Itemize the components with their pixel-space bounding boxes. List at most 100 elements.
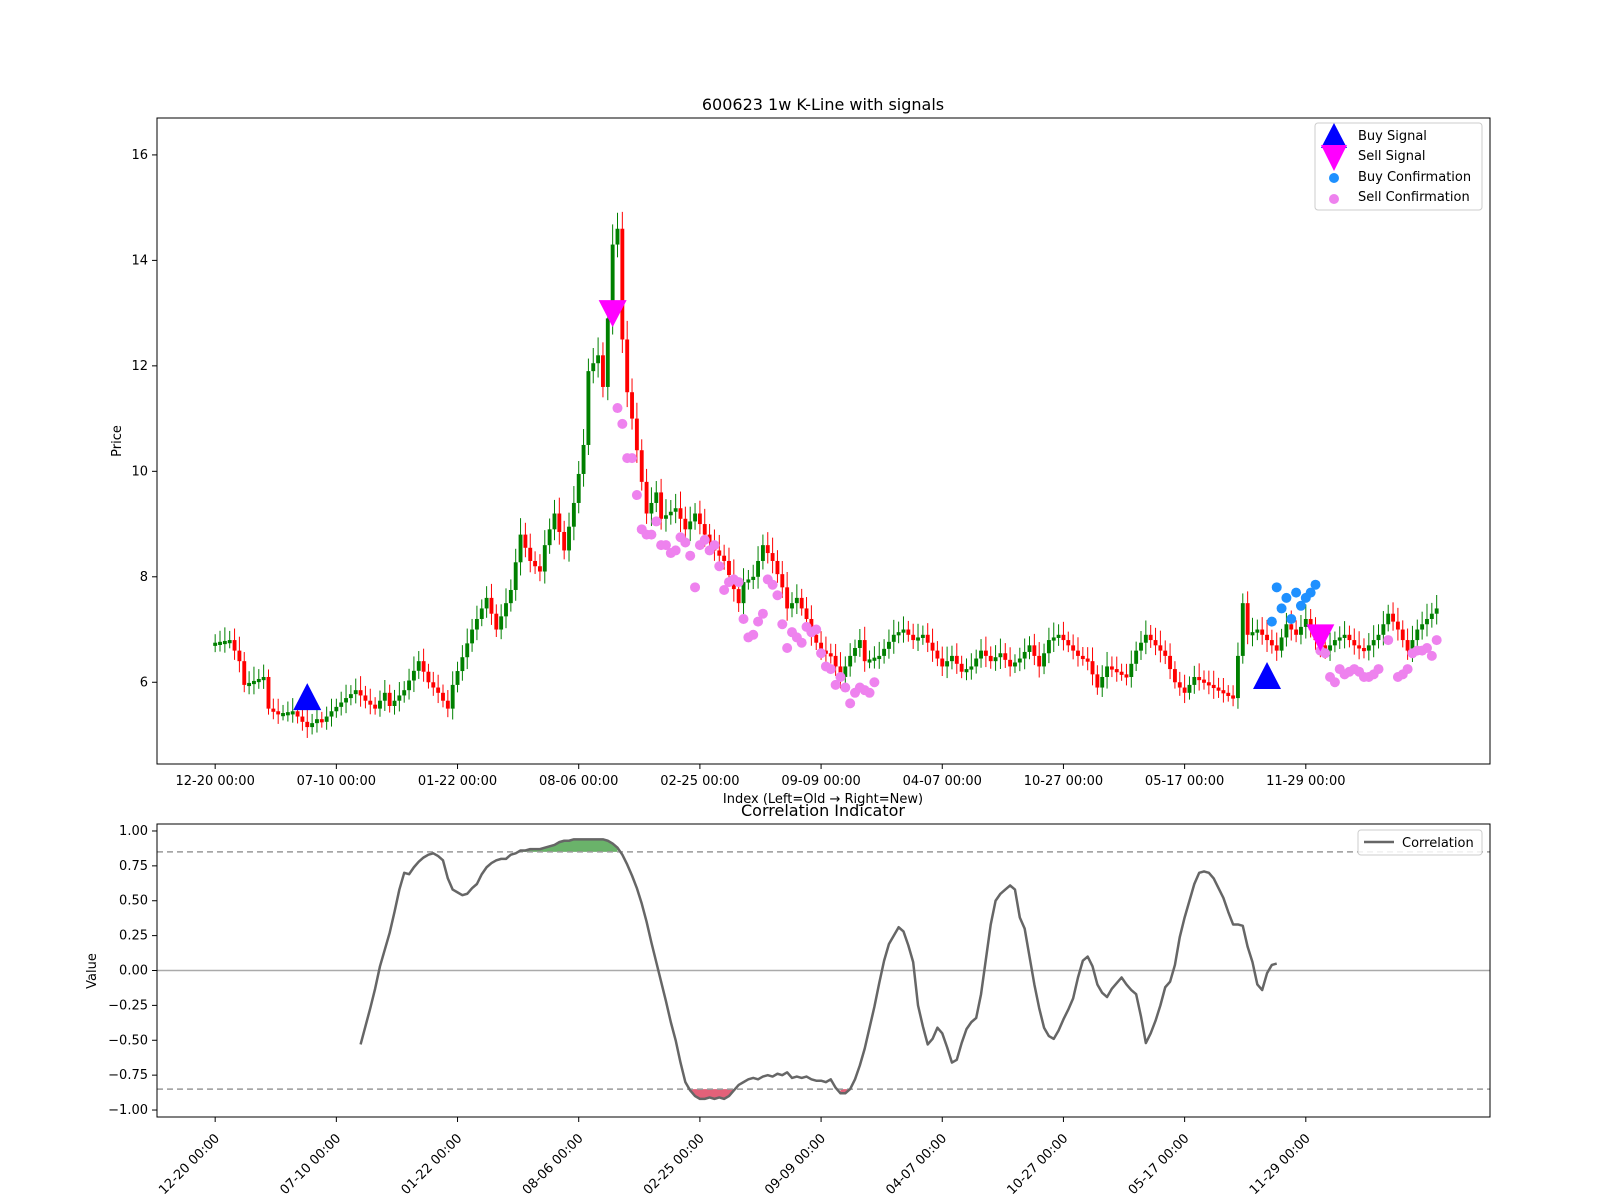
candle-body — [668, 511, 673, 516]
candle-body — [402, 690, 407, 696]
candle-body — [242, 661, 247, 685]
candle-body — [867, 659, 872, 663]
sell-confirmation-point — [869, 677, 880, 688]
candle-body — [770, 553, 775, 561]
candle-body — [1255, 629, 1260, 633]
candle-body — [455, 671, 460, 685]
candle-body — [664, 515, 668, 519]
candle-body — [906, 629, 911, 635]
candle-body — [1008, 659, 1013, 667]
legend-sell-confirmation-label: Sell Confirmation — [1358, 190, 1470, 205]
candle-body — [954, 655, 959, 664]
candle-body — [896, 632, 901, 636]
candle-body — [392, 700, 397, 706]
kline-xtick-label: 04-07 00:00 — [903, 774, 982, 789]
candle-body — [1294, 629, 1299, 635]
sell-confirmation-point — [1329, 677, 1340, 688]
candle-body — [499, 616, 504, 630]
candle-body — [634, 418, 639, 451]
candle-body — [746, 579, 751, 583]
candle-body — [1221, 690, 1226, 694]
candle-body — [421, 661, 426, 672]
candle-body — [877, 655, 882, 660]
correlation-ytick-label: 0.25 — [119, 929, 148, 944]
sell-confirmation-point — [680, 537, 691, 548]
correlation-ytick-label: 1.00 — [119, 824, 148, 839]
candle-body — [353, 690, 358, 695]
candle-body — [998, 653, 1003, 658]
correlation-xtick-label: 05-17 00:00 — [1126, 1131, 1193, 1198]
candle-body — [523, 534, 528, 548]
candle-body — [324, 716, 329, 722]
candle-body — [1425, 618, 1429, 625]
candle-body — [1042, 653, 1046, 667]
candle-body — [930, 642, 935, 651]
candle-body — [537, 566, 542, 572]
sell-confirmation-point — [646, 529, 657, 540]
candle-body — [1163, 650, 1168, 656]
correlation-xtick-label: 02-25 00:00 — [641, 1131, 708, 1198]
sell-confirmation-point — [811, 624, 822, 635]
candle-body — [659, 492, 664, 519]
correlation-series-line — [359, 838, 1278, 1101]
candle-body — [247, 682, 252, 687]
sell-confirmation-point — [777, 619, 788, 630]
candle-body — [1260, 629, 1265, 635]
candle-body — [1250, 632, 1255, 636]
kline-ytick-label: 14 — [131, 253, 148, 268]
candle-body — [450, 684, 455, 709]
candle-body — [1386, 613, 1391, 625]
candle-body — [513, 562, 518, 590]
candle-body — [673, 508, 678, 512]
kline-ytick-label: 10 — [131, 464, 148, 479]
candle-body — [1347, 634, 1352, 641]
candle-body — [1051, 637, 1056, 641]
candle-body — [518, 534, 523, 563]
candle-body — [1236, 655, 1240, 699]
candle-body — [857, 640, 862, 648]
candle-body — [431, 682, 436, 688]
correlation-ytick-label: −0.75 — [108, 1068, 148, 1083]
candle-body — [1420, 624, 1425, 630]
correlation-legend: Correlation — [1357, 829, 1483, 856]
candle-body — [528, 547, 533, 561]
candle-body — [630, 392, 634, 419]
candle-body — [1124, 674, 1129, 678]
kline-title: 600623 1w K-Line with signals — [702, 95, 944, 114]
candle-body — [722, 555, 727, 561]
candle-body — [232, 640, 237, 651]
candle-body — [266, 676, 271, 709]
candle-body — [988, 655, 993, 662]
candle-body — [1017, 658, 1022, 663]
candle-body — [678, 508, 683, 519]
correlation-xtick-label: 01-22 00:00 — [399, 1131, 466, 1198]
candle-body — [436, 687, 441, 693]
candle-body — [445, 700, 450, 709]
candle-body — [1158, 645, 1163, 651]
candle-body — [780, 574, 785, 588]
buy-confirmation-point — [1310, 579, 1321, 590]
candle-body — [736, 589, 741, 604]
correlation-ytick-label: 0.50 — [119, 894, 148, 909]
candle-body — [920, 634, 925, 638]
candle-body — [1090, 661, 1095, 675]
candle-body — [688, 521, 693, 530]
candle-body — [950, 655, 954, 662]
candle-body — [969, 666, 974, 670]
candle-body — [959, 663, 964, 672]
candle-body — [1061, 634, 1066, 641]
candle-body — [1245, 603, 1250, 635]
sell-confirmation-point — [782, 642, 793, 653]
candle-body — [717, 550, 722, 556]
candle-body — [1046, 640, 1051, 654]
candle-body — [1037, 655, 1042, 667]
candle-body — [1182, 687, 1187, 693]
candle-body — [218, 641, 222, 645]
candle-body — [1192, 676, 1197, 685]
candle-body — [1095, 674, 1100, 688]
candle-body — [567, 526, 571, 551]
candle-body — [945, 661, 950, 667]
candle-body — [756, 560, 761, 577]
candle-body — [940, 658, 945, 667]
candle-body — [552, 513, 557, 530]
